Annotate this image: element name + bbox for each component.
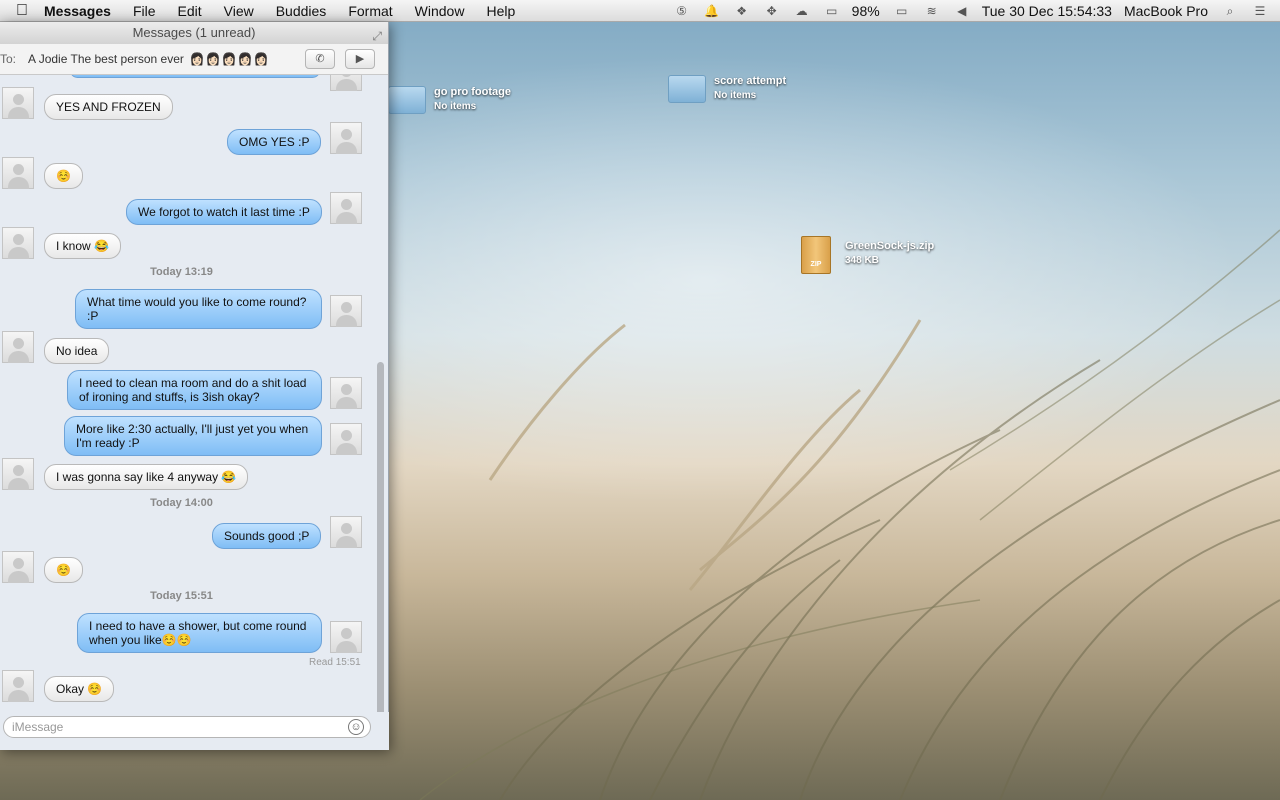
volume-icon[interactable]: ◀: [952, 4, 972, 18]
folder-icon: [388, 86, 426, 114]
compose-area: ☺: [0, 712, 389, 750]
to-label: To:: [0, 52, 17, 66]
zip-file-icon: ZIP: [801, 236, 831, 274]
message-out[interactable]: More like 2:30 actually, I'll just yet y…: [64, 416, 322, 456]
menu-buddies[interactable]: Buddies: [276, 3, 327, 19]
message-out[interactable]: We forgot to watch it last time :P: [126, 199, 322, 225]
recipient-name[interactable]: A Jodie The best person ever: [28, 52, 184, 66]
smiley-icon[interactable]: ☺: [348, 719, 364, 735]
message-in[interactable]: YES AND FROZEN: [44, 94, 173, 120]
chat-scrollbar[interactable]: [377, 362, 384, 724]
list-icon[interactable]: ☰: [1250, 4, 1270, 18]
html5-icon[interactable]: ⑤: [672, 4, 692, 18]
conversation[interactable]: YES AND FROZEN OMG YES :P ☺️ We forgot t…: [0, 75, 376, 711]
dropbox-icon[interactable]: ❖: [732, 4, 752, 18]
airplay-icon[interactable]: ▭: [822, 4, 842, 18]
desktop-file-zip[interactable]: ZIP GreenSock-js.zip 348 KB: [801, 236, 934, 274]
read-receipt: Read 15:51: [309, 657, 361, 668]
avatar: [330, 516, 362, 548]
avatar: [330, 423, 362, 455]
window-titlebar[interactable]: Messages (1 unread) ⤢: [0, 22, 388, 44]
apple-icon[interactable]: : [0, 2, 44, 20]
avatar: [330, 192, 362, 224]
menu-window[interactable]: Window: [415, 3, 465, 19]
wifi-icon[interactable]: ≋: [922, 4, 942, 18]
avatar: [2, 551, 34, 583]
sync-icon[interactable]: ✥: [762, 4, 782, 18]
message-in[interactable]: ☺️: [44, 557, 83, 583]
desktop-item-info: 348 KB: [845, 255, 879, 266]
battery-icon[interactable]: ▭: [892, 4, 912, 18]
message-in[interactable]: Okay ☺️: [44, 676, 115, 702]
avatar: [330, 295, 362, 327]
menu-file[interactable]: File: [133, 3, 156, 19]
avatar: [330, 122, 362, 154]
message-out[interactable]: OMG YES :P: [227, 129, 322, 155]
timestamp: Today 14:00: [150, 497, 213, 509]
desktop-folder-gopro[interactable]: go pro footage No items: [388, 86, 511, 114]
message-in[interactable]: I know 😂: [44, 233, 121, 259]
read-label: Read: [309, 657, 333, 668]
battery-percent[interactable]: 98%: [852, 3, 880, 19]
desktop-item-name: GreenSock-js.zip: [845, 240, 935, 252]
message-out[interactable]: I need to clean ma room and do a shit lo…: [67, 370, 322, 410]
messages-window: Messages (1 unread) ⤢ To: A Jodie The be…: [0, 22, 389, 750]
message-bubble-partial: [70, 75, 320, 78]
avatar: [2, 157, 34, 189]
menu-bar:  Messages File Edit View Buddies Format…: [0, 0, 1280, 22]
avatar: [2, 458, 34, 490]
desktop-item-info: No items: [714, 90, 757, 101]
timestamp: Today 13:19: [150, 266, 213, 278]
folder-icon: [668, 75, 706, 103]
clock[interactable]: Tue 30 Dec 15:54:33: [982, 3, 1112, 19]
video-icon[interactable]: ▶: [345, 49, 375, 69]
computer-name[interactable]: MacBook Pro: [1124, 3, 1208, 19]
imessage-input[interactable]: [3, 716, 371, 738]
read-time: 15:51: [335, 657, 361, 668]
notification-icon[interactable]: 🔔: [702, 4, 722, 18]
desktop-item-name: go pro footage: [434, 86, 511, 98]
search-icon[interactable]: ⌕: [1220, 4, 1240, 18]
recipient-bar: To: A Jodie The best person ever 👩🏻👩🏻👩🏻👩…: [0, 44, 388, 75]
avatar: [330, 621, 362, 653]
recipient-emoji: 👩🏻👩🏻👩🏻👩🏻👩🏻: [189, 52, 270, 66]
desktop-folder-score[interactable]: score attempt No items: [668, 75, 786, 103]
desktop-item-info: No items: [434, 101, 477, 112]
message-out[interactable]: I need to have a shower, but come round …: [77, 613, 322, 653]
creative-cloud-icon[interactable]: ☁: [792, 4, 812, 18]
desktop-item-name: score attempt: [714, 75, 787, 87]
menu-help[interactable]: Help: [486, 3, 515, 19]
window-title: Messages (1 unread): [132, 25, 256, 40]
avatar: [2, 670, 34, 702]
menu-edit[interactable]: Edit: [178, 3, 202, 19]
status-area: ⑤ 🔔 ❖ ✥ ☁ ▭ 98% ▭ ≋ ◀ Tue 30 Dec 15:54:3…: [672, 0, 1280, 22]
phone-icon[interactable]: ✆: [305, 49, 335, 69]
message-in[interactable]: I was gonna say like 4 anyway 😂: [44, 464, 249, 490]
menu-app-messages[interactable]: Messages: [44, 3, 111, 19]
avatar: [2, 331, 34, 363]
message-in[interactable]: No idea: [44, 338, 110, 364]
avatar: [330, 75, 362, 91]
avatar: [330, 377, 362, 409]
message-out[interactable]: What time would you like to come round? …: [75, 289, 322, 329]
timestamp: Today 15:51: [150, 590, 213, 602]
message-in[interactable]: ☺️: [44, 163, 83, 189]
menu-view[interactable]: View: [224, 3, 254, 19]
avatar: [2, 227, 34, 259]
menu-format[interactable]: Format: [348, 3, 392, 19]
avatar: [2, 87, 34, 119]
message-out[interactable]: Sounds good ;P: [212, 523, 322, 549]
